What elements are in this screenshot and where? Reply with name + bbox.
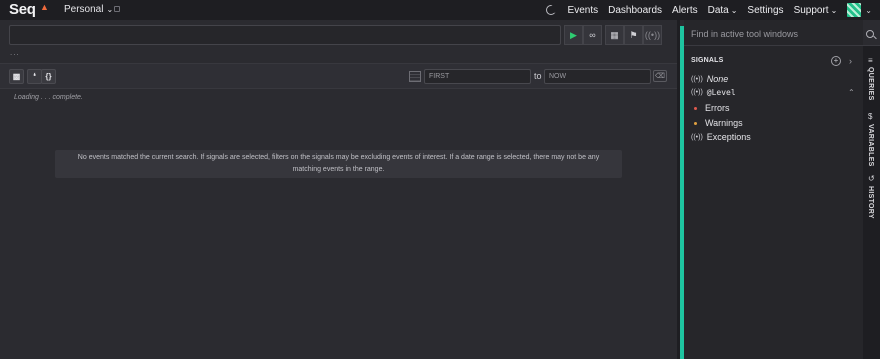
range-to-label: to: [534, 71, 542, 81]
tail-button[interactable]: ∞: [583, 25, 602, 45]
nav-alerts-label: Alerts: [672, 4, 698, 16]
lock-icon: [114, 6, 120, 12]
tab-variables[interactable]: VARIABLES: [867, 124, 874, 167]
theme-toggle-icon[interactable]: [545, 5, 557, 15]
workspace-selector[interactable]: Personal ⌄: [64, 4, 113, 15]
histogram-button[interactable]: ▩: [9, 69, 24, 84]
signal-none[interactable]: ((•)) None: [691, 74, 728, 84]
level-dot-icon: [694, 106, 697, 110]
avatar[interactable]: [847, 3, 862, 17]
create-alert-button[interactable]: ⚑: [624, 25, 643, 45]
calendar-icon[interactable]: [409, 71, 421, 82]
chevron-up-icon[interactable]: ⌃: [848, 88, 855, 97]
find-in-tool-windows-input[interactable]: Find in active tool windows: [684, 24, 880, 46]
nav-dashboards-label: Dashboards: [608, 4, 663, 16]
nav-events[interactable]: Events: [568, 5, 599, 16]
signal-exceptions[interactable]: ((•)) Exceptions: [691, 132, 751, 142]
nav-data[interactable]: Data ⌄: [708, 5, 738, 16]
level-filter-button[interactable]: ❛: [27, 69, 42, 84]
chevron-down-icon: ⌄: [106, 5, 114, 14]
add-to-dashboard-button[interactable]: ▦: [605, 25, 624, 45]
signal-errors[interactable]: Errors: [691, 103, 730, 113]
search-icon[interactable]: [866, 30, 874, 38]
clear-range-button[interactable]: ⌫: [653, 70, 667, 82]
nav-support[interactable]: Support ⌄: [794, 5, 838, 16]
broadcast-icon: ((•)): [691, 75, 703, 83]
empty-results-message: No events matched the current search. If…: [55, 150, 622, 178]
from-date-input[interactable]: FIRST: [424, 69, 531, 84]
signal-label: @Level: [706, 88, 736, 97]
tab-history[interactable]: HISTORY: [867, 186, 874, 219]
seq-logo[interactable]: Seq: [9, 1, 36, 18]
list-icon: ≡: [868, 56, 873, 65]
signal-warnings[interactable]: Warnings: [691, 118, 743, 128]
top-bar: Seq ▲ Personal ⌄ Events Dashboards Alert…: [0, 0, 880, 20]
chevron-down-icon[interactable]: ⌄: [865, 6, 872, 15]
tool-panel: [684, 20, 863, 359]
nav-settings[interactable]: Settings: [747, 5, 783, 16]
dollar-icon: $: [868, 112, 873, 121]
signal-label: Errors: [705, 103, 730, 113]
signals-heading: SIGNALS: [691, 57, 724, 64]
json-view-button[interactable]: {}: [41, 69, 56, 84]
run-query-button[interactable]: ▶: [564, 25, 583, 45]
search-input[interactable]: [9, 25, 561, 45]
main-nav: Events Dashboards Alerts Data ⌄ Settings …: [545, 0, 880, 20]
tool-window-tabs: ≡ QUERIES $ VARIABLES ↺ HISTORY: [863, 46, 880, 359]
flame-icon: ▲: [40, 2, 49, 12]
nav-dashboards[interactable]: Dashboards: [608, 5, 662, 16]
nav-data-label: Data: [707, 4, 729, 16]
events-pane: ▶ ∞ ▦ ⚑ ((•)) ... ▩ ❛ {} FIRST to NOW ⌫ …: [0, 20, 677, 359]
workspace-label: Personal: [64, 4, 104, 15]
chevron-down-icon: ⌄: [730, 5, 738, 15]
nav-support-label: Support: [793, 4, 829, 16]
history-icon: ↺: [868, 174, 875, 183]
signal-group-level[interactable]: ((•)) @Level: [691, 88, 736, 97]
add-signal-icon[interactable]: +: [831, 56, 841, 66]
search-actions: ▶ ∞ ▦ ⚑ ((•)): [564, 25, 662, 45]
broadcast-icon: ((•)): [691, 133, 703, 141]
expand-search-link[interactable]: ...: [10, 48, 20, 57]
broadcast-icon: ((•)): [691, 89, 703, 96]
load-status: Loading . . . complete.: [14, 94, 83, 101]
signal-label: Exceptions: [706, 132, 751, 142]
tab-queries[interactable]: QUERIES: [867, 67, 874, 101]
level-dot-icon: [694, 121, 697, 125]
signal-label: Warnings: [705, 118, 743, 128]
to-date-input[interactable]: NOW: [544, 69, 651, 84]
nav-alerts[interactable]: Alerts: [672, 5, 698, 16]
chevron-right-icon[interactable]: ›: [849, 56, 852, 66]
chevron-down-icon: ⌄: [830, 5, 838, 15]
nav-events-label: Events: [567, 4, 599, 16]
nav-settings-label: Settings: [747, 4, 784, 16]
signal-label: None: [706, 74, 729, 84]
results-toolbar: ▩ ❛ {} FIRST to NOW ⌫: [0, 63, 677, 89]
save-signal-button[interactable]: ((•)): [643, 25, 662, 45]
